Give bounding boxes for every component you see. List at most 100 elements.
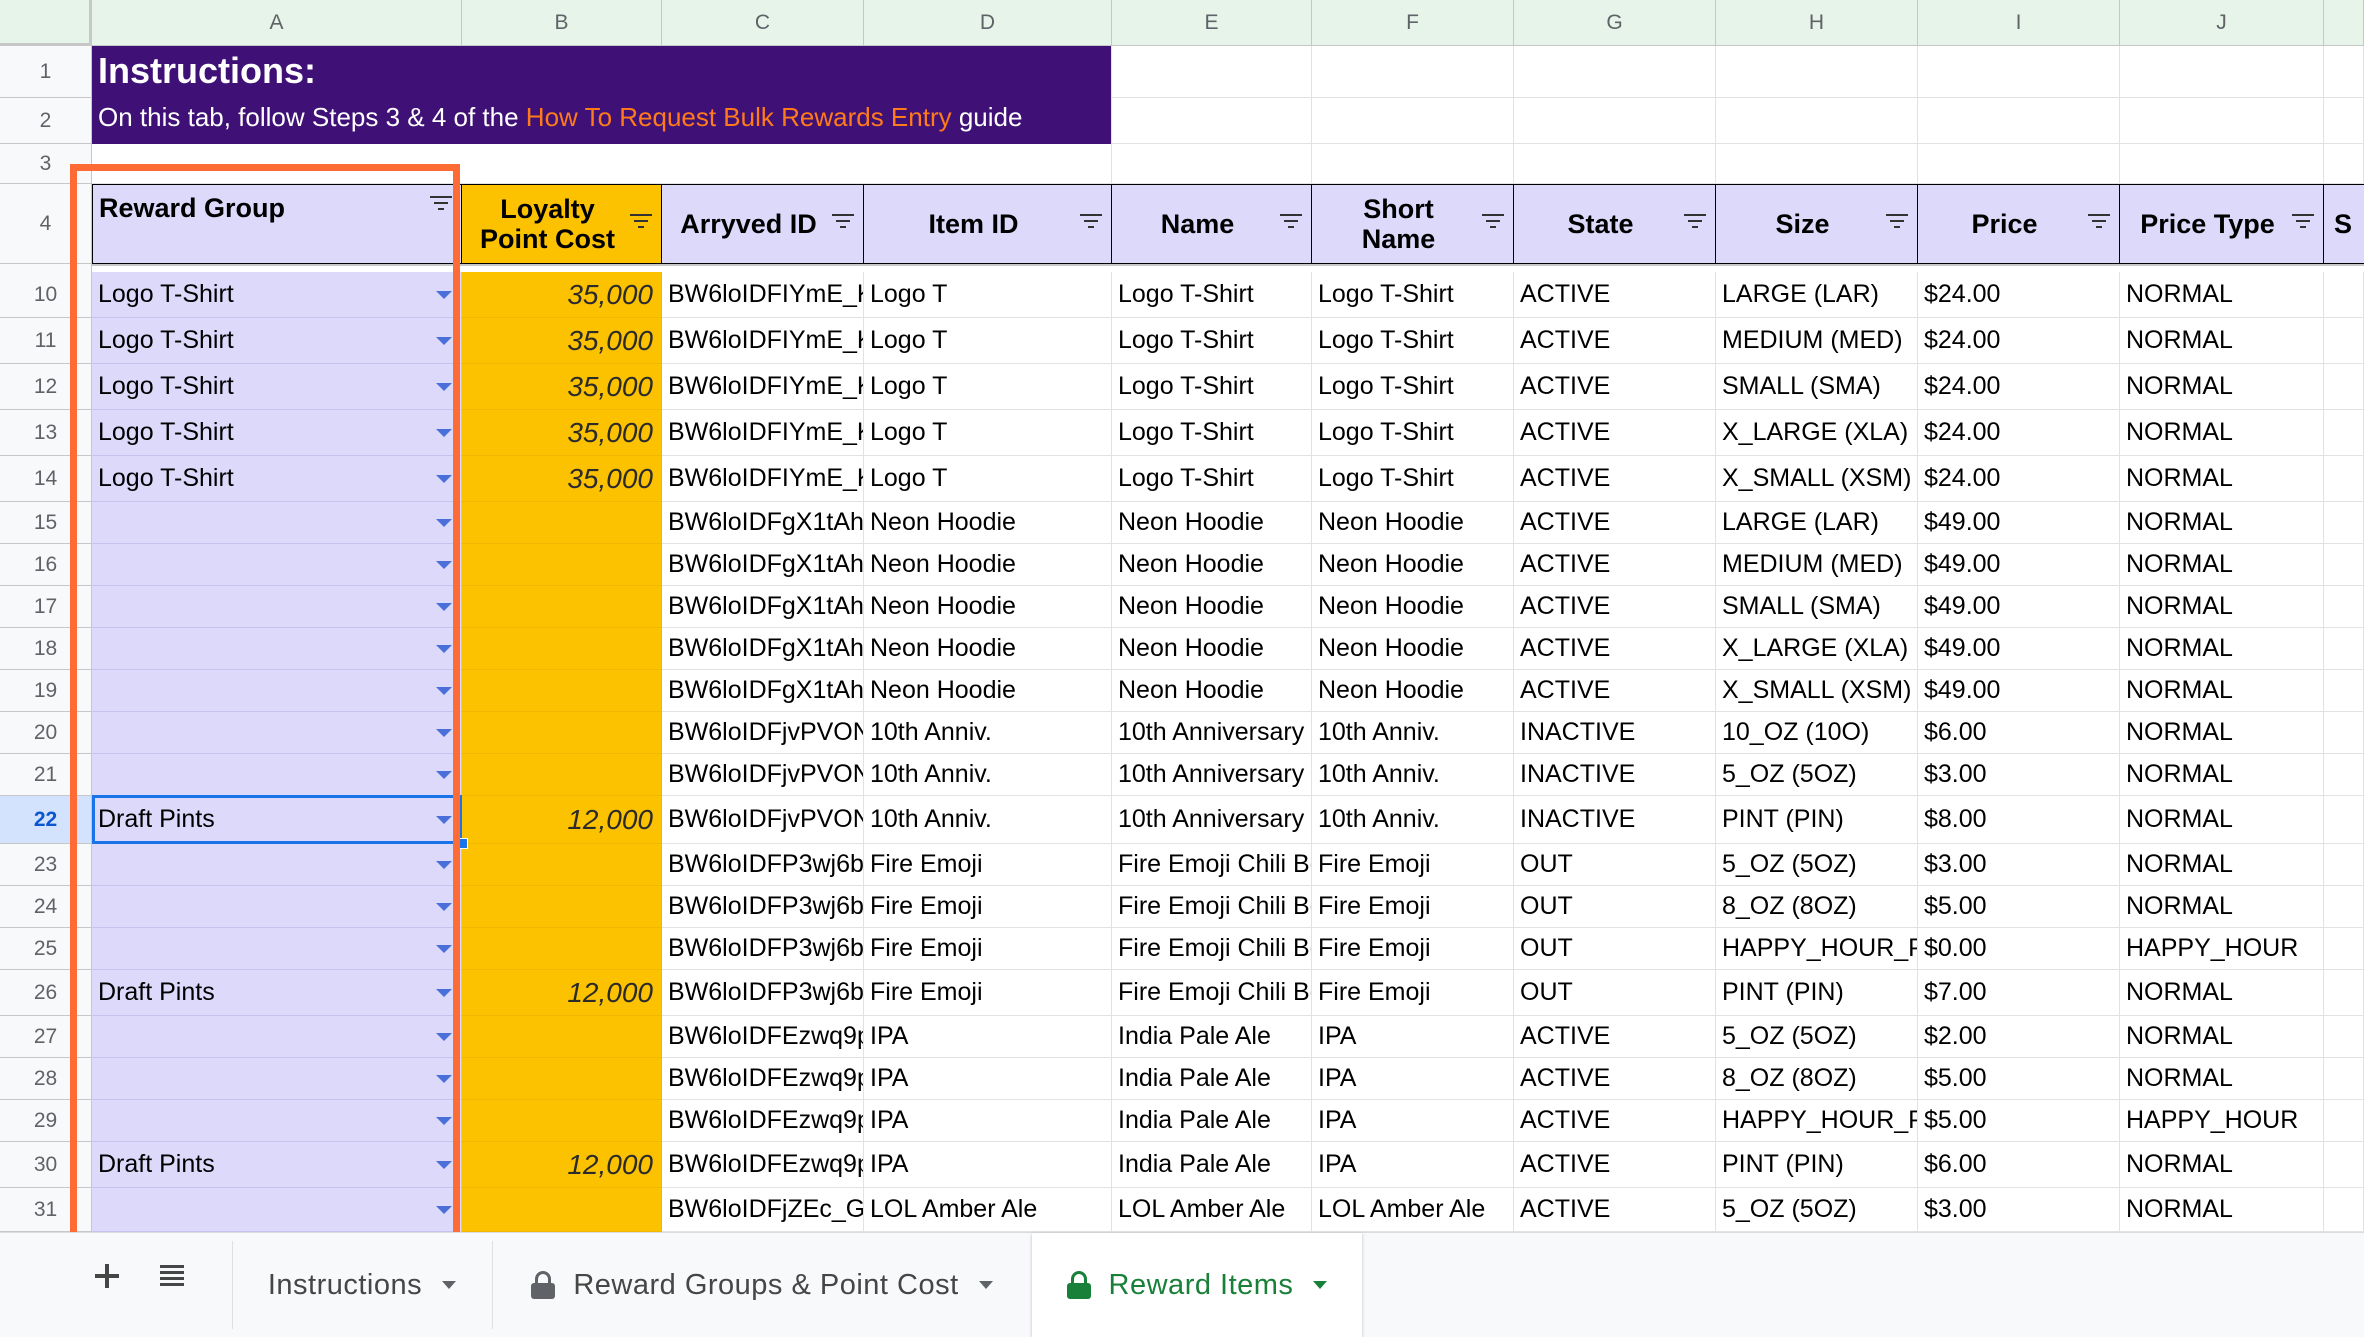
row-header[interactable]: 15 [0,502,92,544]
cell-state[interactable]: ACTIVE [1514,502,1716,544]
cell-cost[interactable] [462,844,662,886]
cell-short[interactable]: IPA [1312,1016,1514,1058]
cell-arryved[interactable]: BW6loIDFP3wj6b/ [662,844,864,886]
cell-overflow[interactable] [2324,272,2364,318]
cell-group[interactable] [92,670,462,712]
cell-item[interactable]: IPA [864,1016,1112,1058]
cell-group[interactable] [92,754,462,796]
cell-ptype[interactable]: NORMAL [2120,1188,2324,1232]
selected-cell-outline[interactable] [92,795,462,844]
cell-state[interactable]: ACTIVE [1514,456,1716,502]
dropdown-arrow-icon[interactable] [436,1161,452,1169]
cell-overflow[interactable] [2324,1188,2364,1232]
cell-ptype[interactable]: NORMAL [2120,586,2324,628]
frozen-row-divider[interactable] [0,264,2364,272]
cell-arryved[interactable]: BW6loIDFjZEc_G( [662,1188,864,1232]
cell-overflow[interactable] [2324,670,2364,712]
dropdown-arrow-icon[interactable] [436,729,452,737]
row-header[interactable]: 12 [0,364,92,410]
cell-size[interactable]: 10_OZ (10O) [1716,712,1918,754]
cell-price[interactable]: $49.00 [1918,586,2120,628]
cell-short[interactable]: IPA [1312,1142,1514,1188]
cell-item[interactable]: Logo T [864,272,1112,318]
cell-size[interactable]: MEDIUM (MED) [1716,318,1918,364]
cell-size[interactable]: SMALL (SMA) [1716,586,1918,628]
cell-size[interactable]: LARGE (LAR) [1716,502,1918,544]
cell-cost[interactable]: 12,000 [462,970,662,1016]
cell-item[interactable]: Logo T [864,318,1112,364]
cell-group[interactable] [92,1188,462,1232]
cell-price[interactable]: $7.00 [1918,970,2120,1016]
cell-price[interactable]: $5.00 [1918,1058,2120,1100]
cell-cost[interactable]: 35,000 [462,272,662,318]
cell-state[interactable]: ACTIVE [1514,410,1716,456]
cell-name[interactable]: Neon Hoodie [1112,502,1312,544]
cell-group[interactable] [92,1016,462,1058]
cell-group[interactable]: Logo T-Shirt [92,456,462,502]
cell-item[interactable]: Fire Emoji [864,844,1112,886]
cell-group[interactable] [92,544,462,586]
filter-icon[interactable] [1080,214,1102,230]
cell-short[interactable]: 10th Anniv. [1312,796,1514,844]
spreadsheet-grid[interactable]: ABCDEFGHIJ Instructions: On this tab, fo… [0,0,2364,1232]
tab-instructions[interactable]: Instructions [232,1241,491,1329]
cell-ptype[interactable]: NORMAL [2120,754,2324,796]
cell-short[interactable]: Fire Emoji [1312,970,1514,1016]
cell-cost[interactable]: 12,000 [462,796,662,844]
cell-item[interactable]: IPA [864,1100,1112,1142]
cell-price[interactable]: $24.00 [1918,318,2120,364]
cell-short[interactable]: Logo T-Shirt [1312,272,1514,318]
cell-size[interactable]: SMALL (SMA) [1716,364,1918,410]
cell-arryved[interactable]: BW6loIDFgX1tAhf [662,670,864,712]
cell-item[interactable]: Logo T [864,410,1112,456]
cell-short[interactable]: IPA [1312,1100,1514,1142]
cell-ptype[interactable]: NORMAL [2120,456,2324,502]
cell-group[interactable] [92,844,462,886]
cell-price[interactable]: $6.00 [1918,1142,2120,1188]
cell-name[interactable]: Logo T-Shirt [1112,272,1312,318]
cell-group[interactable] [92,928,462,970]
cell-item[interactable]: LOL Amber Ale [864,1188,1112,1232]
cell-name[interactable]: 10th Anniversary E [1112,754,1312,796]
cell-cost[interactable] [462,1188,662,1232]
cell-state[interactable]: ACTIVE [1514,1058,1716,1100]
cell-size[interactable]: MEDIUM (MED) [1716,544,1918,586]
row-header[interactable]: 24 [0,886,92,928]
cell-arryved[interactable]: BW6loIDFIYmE_K [662,364,864,410]
cell-state[interactable]: ACTIVE [1514,670,1716,712]
cell-size[interactable]: X_SMALL (XSM) [1716,456,1918,502]
cell-price[interactable]: $3.00 [1918,844,2120,886]
cell-cost[interactable] [462,1058,662,1100]
cell-state[interactable]: ACTIVE [1514,1100,1716,1142]
add-sheet-icon[interactable] [92,1261,122,1291]
dropdown-arrow-icon[interactable] [436,1206,452,1214]
cell-size[interactable]: PINT (PIN) [1716,796,1918,844]
cell-ptype[interactable]: HAPPY_HOUR [2120,928,2324,970]
chevron-down-icon[interactable] [978,1281,993,1289]
cell-arryved[interactable]: BW6loIDFjvPVONI [662,754,864,796]
cell-cost[interactable] [462,502,662,544]
cell-overflow[interactable] [2324,586,2364,628]
cell-group[interactable] [92,586,462,628]
cell-arryved[interactable]: BW6loIDFgX1tAhf [662,628,864,670]
cell-cost[interactable] [462,712,662,754]
row-header[interactable]: 3 [0,144,92,184]
dropdown-arrow-icon[interactable] [436,429,452,437]
cell-arryved[interactable]: BW6loIDFIYmE_K [662,456,864,502]
cell-ptype[interactable]: NORMAL [2120,628,2324,670]
cell-group[interactable]: Logo T-Shirt [92,364,462,410]
dropdown-arrow-icon[interactable] [436,383,452,391]
row-header[interactable]: 11 [0,318,92,364]
cell-ptype[interactable]: NORMAL [2120,502,2324,544]
row-header[interactable]: 18 [0,628,92,670]
cell-arryved[interactable]: BW6loIDFIYmE_K [662,410,864,456]
dropdown-arrow-icon[interactable] [436,903,452,911]
filter-icon[interactable] [2088,214,2110,230]
selection-handle[interactable] [457,838,468,849]
row-header[interactable]: 26 [0,970,92,1016]
cell-price[interactable]: $49.00 [1918,670,2120,712]
column-header-partial[interactable] [2324,0,2364,46]
cell-arryved[interactable]: BW6loIDFP3wj6b/ [662,928,864,970]
cell-overflow[interactable] [2324,628,2364,670]
cell-state[interactable]: INACTIVE [1514,796,1716,844]
